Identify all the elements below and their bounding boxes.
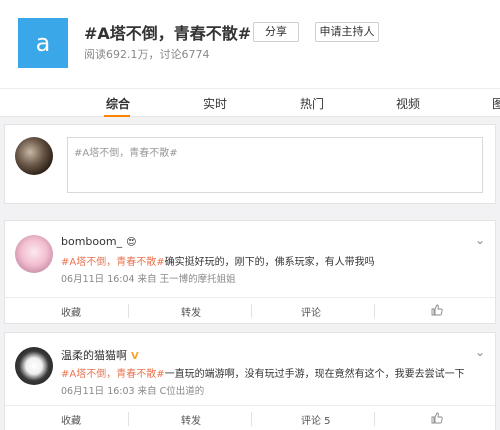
post-text: #A塔不倒，青春不散#一直玩的端游啊，没有玩过手游，现在竟然有这个，我要去尝试一… xyxy=(61,365,465,380)
like-icon[interactable] xyxy=(431,412,443,424)
tab-images[interactable]: 图 xyxy=(492,95,500,112)
topic-avatar: a xyxy=(18,18,68,68)
avatar[interactable] xyxy=(15,235,53,273)
emoji-badge: 😍 xyxy=(126,237,137,248)
tab-bar: 综合 实时 热门 视频 图 xyxy=(0,88,500,117)
repost-button[interactable]: 转发 xyxy=(181,304,201,319)
topic-title: #A塔不倒，青春不散# xyxy=(84,24,252,43)
tab-comprehensive[interactable]: 综合 xyxy=(106,95,130,112)
tab-video[interactable]: 视频 xyxy=(396,95,420,112)
divider xyxy=(251,304,252,318)
avatar xyxy=(15,137,53,175)
divider xyxy=(374,412,375,426)
post-composer: #A塔不倒，青春不散# xyxy=(4,124,496,204)
divider xyxy=(128,412,129,426)
apply-host-button[interactable]: 申请主持人 xyxy=(315,22,379,42)
favorite-button[interactable]: 收藏 xyxy=(61,412,81,427)
repost-button[interactable]: 转发 xyxy=(181,412,201,427)
share-button[interactable]: 分享 xyxy=(253,22,299,42)
compose-input[interactable]: #A塔不倒，青春不散# xyxy=(67,137,483,193)
user-name[interactable]: 温柔的猫猫啊 xyxy=(61,349,127,362)
favorite-button[interactable]: 收藏 xyxy=(61,304,81,319)
topic-stats: 阅读692.1万，讨论6774 xyxy=(84,48,210,61)
feed-post: bomboom_ 😍 ⌄ #A塔不倒，青春不散#确实挺好玩的，刚下的，佛系玩家，有… xyxy=(4,220,496,324)
chevron-down-icon[interactable]: ⌄ xyxy=(475,345,485,359)
topic-header: a #A塔不倒，青春不散# 阅读692.1万，讨论6774 分享 申请主持人 综… xyxy=(0,0,500,117)
tab-realtime[interactable]: 实时 xyxy=(203,95,227,112)
post-text: #A塔不倒，青春不散#确实挺好玩的，刚下的，佛系玩家，有人带我吗 xyxy=(61,253,375,268)
post-actions: 收藏 转发 评论 5 xyxy=(5,405,495,430)
tab-hot[interactable]: 热门 xyxy=(300,95,324,112)
active-tab-indicator xyxy=(104,115,130,117)
divider xyxy=(374,304,375,318)
feed-post: 温柔的猫猫啊 V ⌄ #A塔不倒，青春不散#一直玩的端游啊，没有玩过手游，现在竟然… xyxy=(4,332,496,430)
divider xyxy=(128,304,129,318)
topic-tag-link[interactable]: #A塔不倒，青春不散# xyxy=(61,257,165,268)
divider xyxy=(251,412,252,426)
verified-badge-icon: V xyxy=(131,351,139,362)
comment-button[interactable]: 评论 5 xyxy=(301,412,331,427)
comment-button[interactable]: 评论 xyxy=(301,304,321,319)
user-name[interactable]: bomboom_ xyxy=(61,235,122,248)
avatar[interactable] xyxy=(15,347,53,385)
post-body: 一直玩的端游啊，没有玩过手游，现在竟然有这个，我要去尝试一下 xyxy=(164,369,465,380)
post-actions: 收藏 转发 评论 xyxy=(5,297,495,323)
chevron-down-icon[interactable]: ⌄ xyxy=(475,233,485,247)
post-meta: 06月11日 16:04 来自 王一博的摩托姐姐 xyxy=(61,274,236,285)
topic-tag-link[interactable]: #A塔不倒，青春不散# xyxy=(61,369,165,380)
post-body: 确实挺好玩的，刚下的，佛系玩家，有人带我吗 xyxy=(164,257,375,268)
like-icon[interactable] xyxy=(431,304,443,316)
post-meta: 06月11日 16:03 来自 C位出道的 xyxy=(61,386,205,397)
